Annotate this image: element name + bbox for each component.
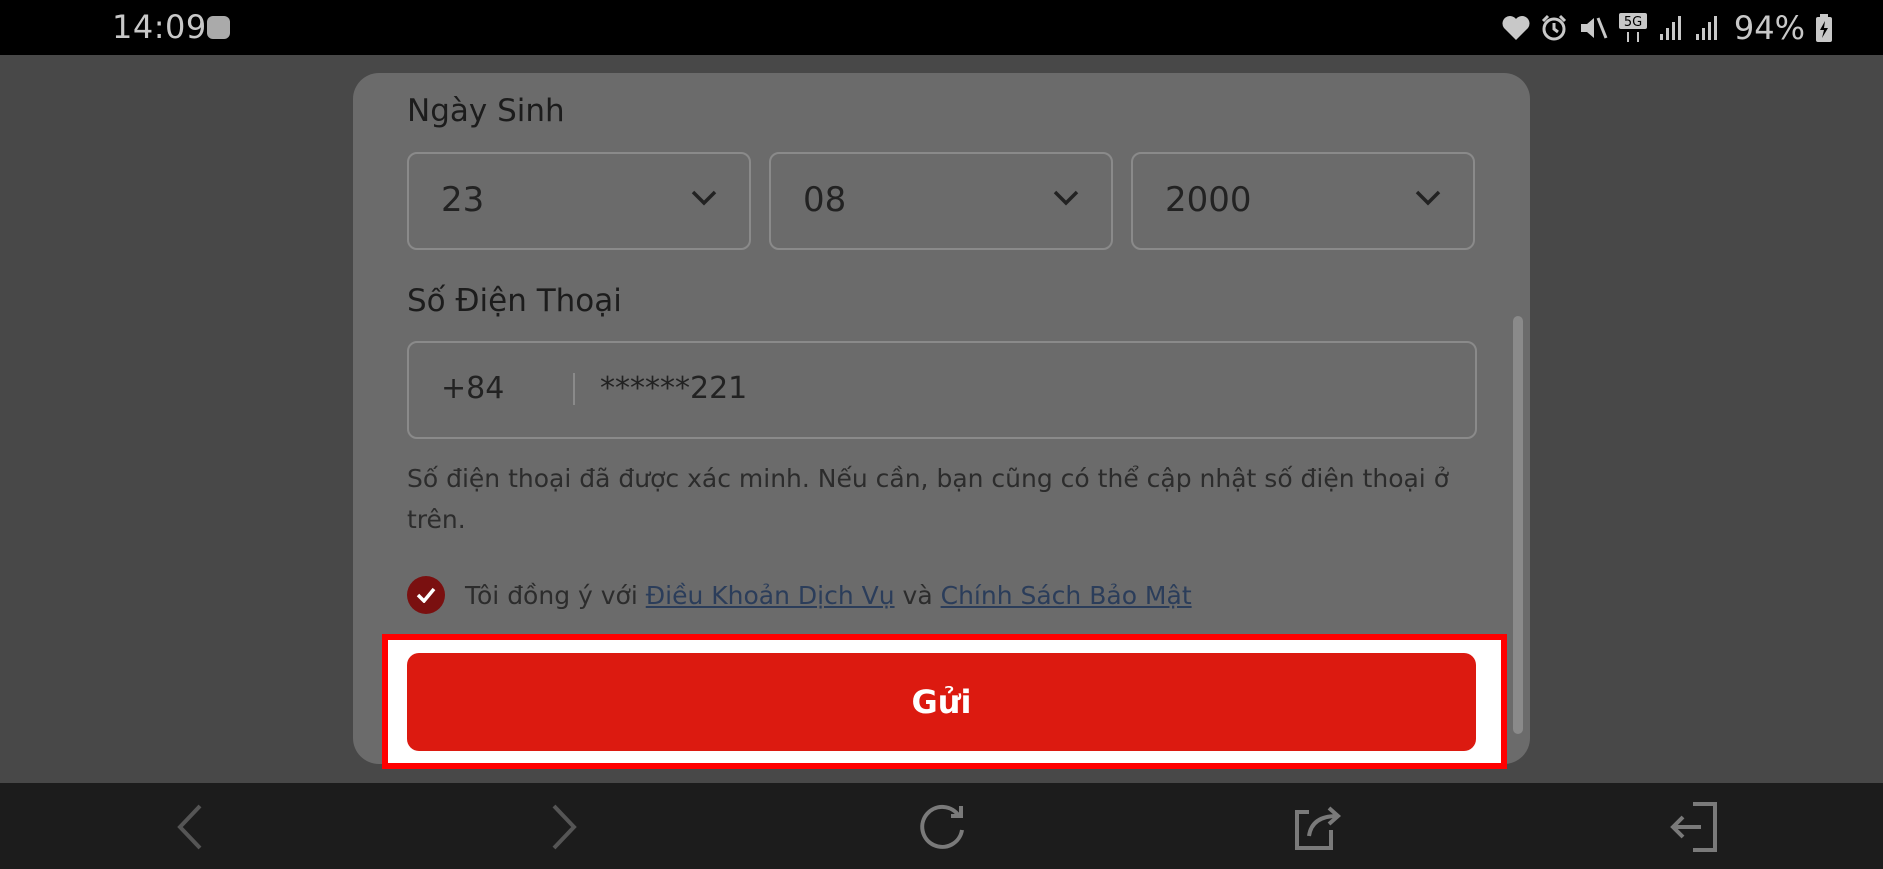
check-icon [416,587,436,603]
signal-icon [1659,16,1681,40]
agree-checkbox[interactable] [407,576,445,614]
month-select[interactable]: 08 [769,152,1113,250]
month-value: 08 [803,180,847,220]
back-button[interactable] [162,799,218,855]
phone-hint: Số điện thoại đã được xác minh. Nếu cần,… [407,464,1449,534]
battery-icon [1816,14,1832,42]
forward-icon [552,804,577,850]
battery-percent: 94% [1733,9,1805,47]
day-select[interactable]: 23 [407,152,751,250]
alarm-icon [1541,14,1566,41]
svg-text:5G: 5G [1624,15,1642,30]
back-icon [177,804,202,850]
mute-icon [1580,17,1608,39]
privacy-link[interactable]: Chính Sách Bảo Mật [941,581,1192,610]
phone-field[interactable]: +84 ******221 [407,341,1477,439]
game-app-icon [207,16,230,39]
modal-scrollbar[interactable] [1513,316,1523,734]
refresh-icon [920,804,964,849]
exit-button[interactable] [1666,799,1722,855]
agree-and: và [902,580,933,610]
bottom-nav [0,783,1883,869]
dob-label: Ngày Sinh [407,93,565,129]
heart-icon [1502,16,1530,40]
country-code[interactable]: +84 [441,371,504,406]
refresh-button[interactable] [914,799,970,855]
chevron-down-icon [1053,190,1079,206]
year-select[interactable]: 2000 [1131,152,1475,250]
share-button[interactable] [1290,799,1346,855]
terms-agreement: Tôi đồng ý với Điều Khoản Dịch Vụ và Chí… [407,575,1192,615]
year-value: 2000 [1165,180,1252,220]
divider [573,373,575,405]
chevron-down-icon [691,190,717,206]
5g-icon: 5G [1618,13,1647,42]
terms-link[interactable]: Điều Khoản Dịch Vụ [646,581,895,610]
exit-icon [1670,802,1717,852]
day-value: 23 [441,180,485,220]
status-time: 14:09 [112,8,207,46]
submit-button[interactable]: Gửi [407,653,1476,751]
forward-button[interactable] [536,799,592,855]
phone-label: Số Điện Thoại [407,283,622,319]
agree-text: Tôi đồng ý với Điều Khoản Dịch Vụ và Chí… [465,581,1192,610]
agree-prefix: Tôi đồng ý với [465,580,638,610]
chevron-down-icon [1415,190,1441,206]
signal-icon [1695,16,1717,40]
status-icons: 5G 94% [1502,8,1833,48]
share-icon [1295,806,1342,850]
phone-number: ******221 [600,371,748,406]
status-bar: 14:09 5G 94% [0,0,1883,55]
